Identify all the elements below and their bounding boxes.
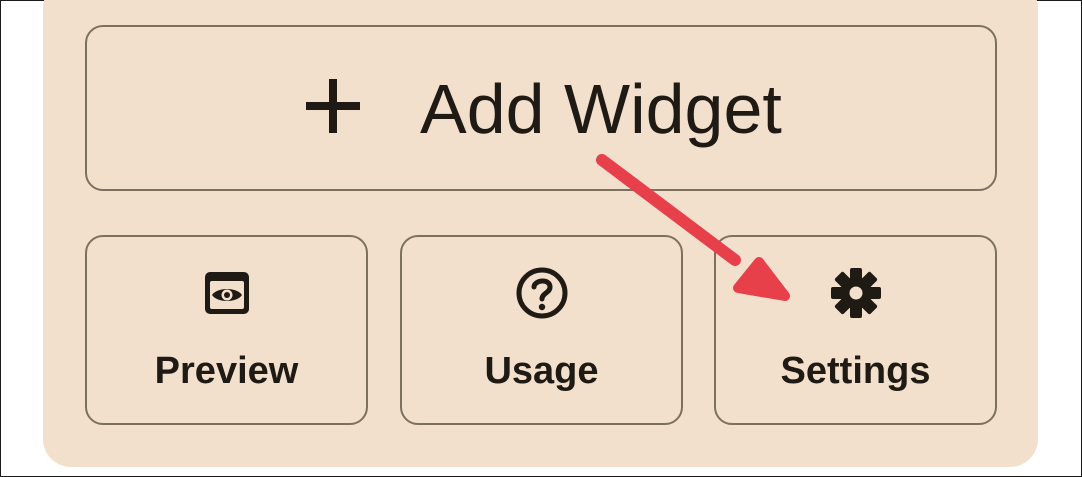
- settings-label: Settings: [780, 350, 931, 392]
- preview-button[interactable]: Preview: [85, 235, 368, 425]
- gear-icon: [830, 268, 881, 318]
- preview-eye-icon: [204, 272, 249, 314]
- usage-button[interactable]: Usage: [400, 235, 683, 425]
- preview-label: Preview: [154, 350, 299, 392]
- add-widget-label: Add Widget: [420, 70, 782, 148]
- settings-button[interactable]: Settings: [714, 235, 997, 425]
- usage-label: Usage: [484, 350, 599, 392]
- plus-icon: [306, 79, 360, 133]
- help-circle-icon: [516, 267, 567, 319]
